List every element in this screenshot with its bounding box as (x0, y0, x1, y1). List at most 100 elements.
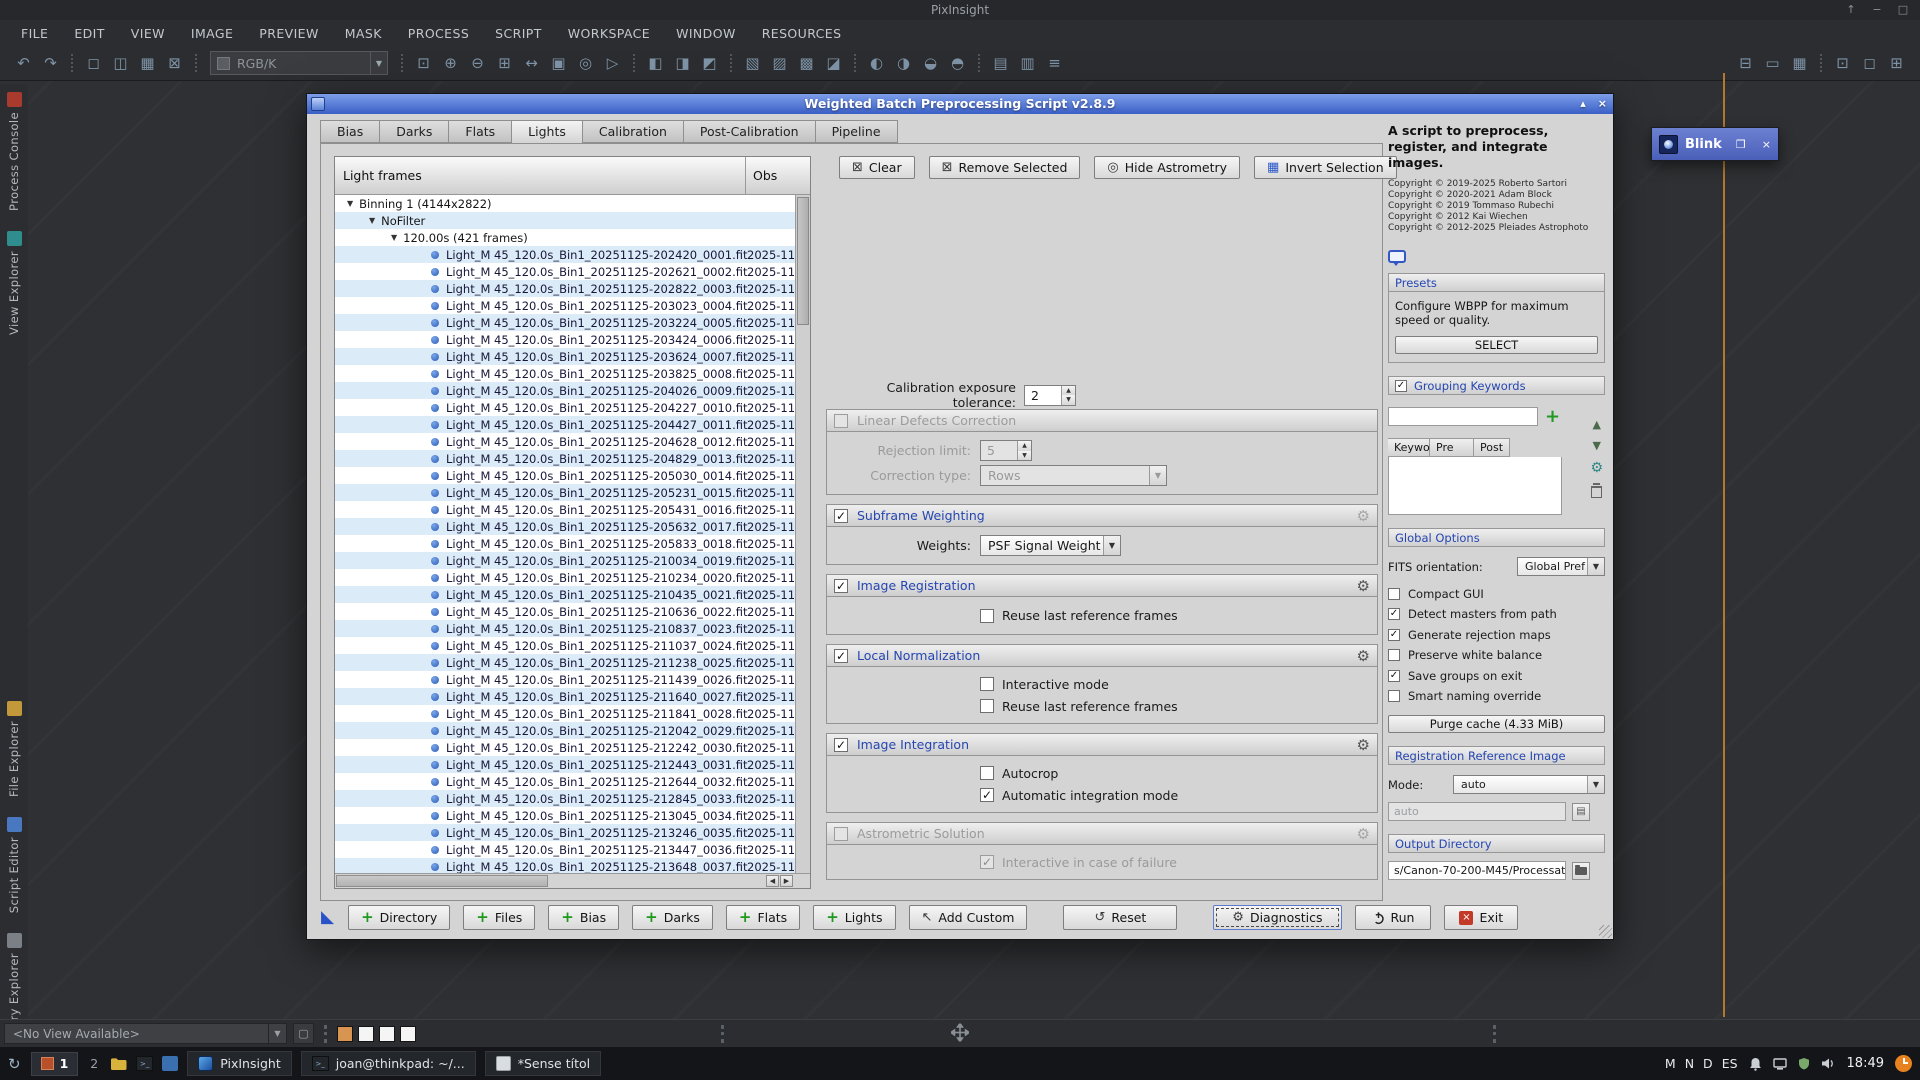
undo-icon[interactable]: ↶ (10, 51, 37, 75)
task-terminal[interactable]: >_joan@thinkpad: ~/... (301, 1051, 476, 1076)
light-frame-row[interactable]: Light_M 45_120.0s_Bin1_20251125-210636_0… (335, 603, 797, 620)
collapse-icon[interactable]: ▼ (391, 233, 397, 242)
add-custom-button[interactable]: ↖Add Custom (909, 905, 1028, 930)
menu-resources[interactable]: RESOURCES (749, 26, 855, 41)
tab-flats[interactable]: Flats (449, 120, 512, 143)
pan-icon[interactable]: ↔ (518, 51, 545, 75)
astrometric-solution-checkbox[interactable] (834, 827, 848, 841)
keyword-column-pre[interactable]: Pre (1430, 438, 1474, 457)
task-editor[interactable]: *Sense títol (485, 1051, 601, 1076)
light-frame-row[interactable]: Light_M 45_120.0s_Bin1_20251125-205030_0… (335, 467, 797, 484)
add-files-button[interactable]: +Files (463, 905, 535, 930)
light-frame-row[interactable]: Light_M 45_120.0s_Bin1_20251125-205632_0… (335, 518, 797, 535)
add-directory-button[interactable]: +Directory (348, 905, 450, 930)
light-frame-row[interactable]: Light_M 45_120.0s_Bin1_20251125-202822_0… (335, 280, 797, 297)
t-header[interactable]: Light frames Obs (335, 157, 810, 195)
trash-icon[interactable] (1591, 486, 1602, 498)
linear-defects-checkbox[interactable] (834, 414, 848, 428)
refresh-icon[interactable]: ↻ (8, 1055, 21, 1073)
local-normalization-checkbox[interactable] (834, 649, 848, 663)
workspace-2-button[interactable]: 2 (90, 1056, 98, 1071)
redo-icon[interactable]: ↷ (37, 51, 64, 75)
reuse-reference-checkbox[interactable] (980, 699, 994, 713)
tab-calibration[interactable]: Calibration (583, 120, 684, 143)
add-bias-button[interactable]: +Bias (548, 905, 619, 930)
light-frame-row[interactable]: Light_M 45_120.0s_Bin1_20251125-213246_0… (335, 824, 797, 841)
volume-icon[interactable] (1821, 1057, 1836, 1070)
chevron-down-icon[interactable]: ▼ (1587, 776, 1604, 793)
duplicate-image-icon[interactable]: ◫ (107, 51, 134, 75)
screen-list-icon[interactable]: ≡ (1041, 51, 1068, 75)
clear-button[interactable]: ⊠Clear (839, 156, 915, 179)
option-detect-masters-from-path[interactable]: Detect masters from path (1388, 605, 1605, 625)
editor-launcher[interactable] (162, 1056, 178, 1071)
toolbar-grip[interactable] (721, 1025, 724, 1043)
option-checkbox[interactable] (1388, 649, 1400, 661)
spin-up-icon[interactable]: ▲ (1062, 386, 1075, 396)
scroll-left-icon[interactable]: ◀ (766, 875, 779, 887)
enable-mask-icon[interactable]: ▨ (766, 51, 793, 75)
workspace-swatch[interactable] (337, 1026, 353, 1042)
workspace-1-button[interactable]: 1 (31, 1052, 79, 1076)
stf-link-icon[interactable]: ◓ (944, 51, 971, 75)
screen-layout-1-icon[interactable]: ▤ (987, 51, 1014, 75)
weights-select[interactable]: PSF Signal Weight ▼ (980, 535, 1121, 556)
light-frame-row[interactable]: Light_M 45_120.0s_Bin1_20251125-205231_0… (335, 484, 797, 501)
show-mask-icon[interactable]: ▧ (739, 51, 766, 75)
close-icon[interactable]: × (1598, 94, 1607, 114)
gear-icon[interactable]: ⚙ (1357, 507, 1370, 525)
diagnostics-button[interactable]: ⚙Diagnostics (1213, 905, 1341, 930)
light-frame-row[interactable]: Light_M 45_120.0s_Bin1_20251125-213447_0… (335, 841, 797, 858)
option-checkbox[interactable] (1388, 608, 1400, 620)
new-image-icon[interactable]: ◻ (80, 51, 107, 75)
horizontal-scrollbar-thumb[interactable] (336, 875, 548, 887)
column-light-frames[interactable]: Light frames (343, 168, 422, 183)
workspace-swatch[interactable] (379, 1026, 395, 1042)
menu-mask[interactable]: MASK (332, 26, 395, 41)
shade-icon[interactable]: ▴ (1580, 94, 1586, 114)
readout-icon[interactable]: ◎ (572, 51, 599, 75)
image-registration-checkbox[interactable] (834, 579, 848, 593)
network-icon[interactable] (1773, 1058, 1787, 1070)
light-frame-row[interactable]: Light_M 45_120.0s_Bin1_20251125-213045_0… (335, 807, 797, 824)
tab-bias[interactable]: Bias (320, 120, 380, 143)
menu-preview[interactable]: PREVIEW (246, 26, 331, 41)
keyword-settings-icon[interactable]: ⚙ (1590, 460, 1603, 476)
fits-orientation-select[interactable]: Global Pref ▼ (1517, 557, 1605, 576)
gear-icon[interactable]: ⚙ (1357, 647, 1370, 665)
move-down-icon[interactable]: ▼ (1592, 439, 1600, 452)
channel-selector[interactable]: RGB/K ▼ (210, 51, 388, 75)
close-icon[interactable]: × (1762, 138, 1771, 151)
presets-select-button[interactable]: SELECT (1395, 336, 1598, 354)
vertical-scrollbar-thumb[interactable] (797, 197, 809, 325)
dock-view-explorer[interactable]: View Explorer (7, 231, 22, 335)
add-lights-button[interactable]: +Lights (813, 905, 895, 930)
light-frame-row[interactable]: Light_M 45_120.0s_Bin1_20251125-203224_0… (335, 314, 797, 331)
option-checkbox[interactable] (1388, 629, 1400, 641)
light-frame-row[interactable]: Light_M 45_120.0s_Bin1_20251125-212443_0… (335, 756, 797, 773)
workspace-swatch[interactable] (358, 1026, 374, 1042)
collapse-icon[interactable]: ▼ (369, 216, 375, 225)
zoom-out-icon[interactable]: ⊖ (464, 51, 491, 75)
menu-image[interactable]: IMAGE (178, 26, 246, 41)
tree-group-exposure[interactable]: ▼120.00s (421 frames) (335, 229, 797, 246)
option-checkbox[interactable] (1388, 670, 1400, 682)
option-generate-rejection-maps[interactable]: Generate rejection maps (1388, 625, 1605, 645)
clock-text[interactable]: 18:49 (1847, 1056, 1884, 1071)
toolbar-grip[interactable] (324, 1025, 327, 1043)
light-frame-row[interactable]: Light_M 45_120.0s_Bin1_20251125-203424_0… (335, 331, 797, 348)
column-obs[interactable]: Obs (753, 157, 793, 194)
task-pixinsight[interactable]: PixInsight (187, 1051, 292, 1076)
tab-post-calibration[interactable]: Post-Calibration (684, 120, 816, 143)
light-frame-row[interactable]: Light_M 45_120.0s_Bin1_20251125-204829_0… (335, 450, 797, 467)
scroll-right-icon[interactable]: ▶ (780, 875, 793, 887)
monitor-secondary-icon[interactable]: ▭ (1759, 51, 1786, 75)
exit-button[interactable]: ×Exit (1444, 905, 1518, 930)
light-frame-row[interactable]: Light_M 45_120.0s_Bin1_20251125-211238_0… (335, 654, 797, 671)
hide-astrometry-button[interactable]: ◎Hide Astrometry (1094, 156, 1240, 179)
terminal-launcher[interactable]: >_ (136, 1056, 153, 1071)
gear-icon[interactable]: ⚙ (1357, 736, 1370, 754)
browse-view-icon[interactable]: ▤ (1572, 803, 1590, 821)
reset-button[interactable]: ↺Reset (1063, 905, 1177, 930)
output-directory-input[interactable]: s/Canon-70-200-M45/Processat (1388, 861, 1566, 880)
